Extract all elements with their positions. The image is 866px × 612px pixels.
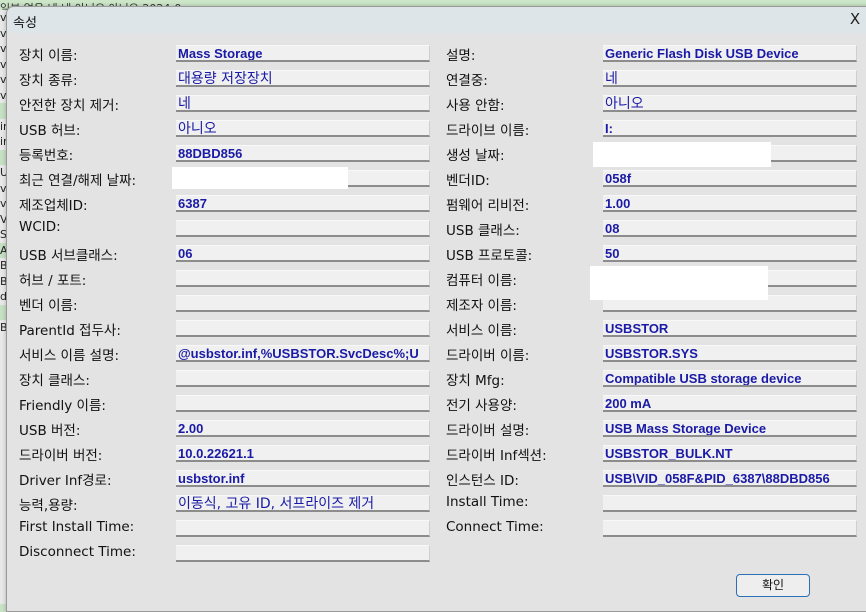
left-value-field[interactable]: 10.0.22621.1 (176, 445, 430, 462)
left-label: 등록번호: (19, 148, 74, 164)
left-value-field[interactable]: 88DBD856 (176, 145, 430, 162)
left-label: Friendly 이름: (19, 398, 106, 414)
dialog-title: 속성 (13, 16, 37, 31)
left-value-field[interactable] (176, 370, 430, 387)
right-label: Connect Time: (446, 519, 544, 535)
left-value-field[interactable] (176, 320, 430, 337)
left-value-field[interactable]: 6387 (176, 195, 430, 212)
right-label: 드라이브 이름: (446, 123, 530, 139)
right-value-field[interactable]: I: (603, 120, 857, 137)
right-value-field[interactable]: USBSTOR (603, 320, 857, 337)
right-label: USB 클래스: (446, 223, 520, 239)
title-bar: 속성 X (7, 7, 866, 33)
left-label: 장치 종류: (19, 73, 78, 89)
right-value-field[interactable]: 08 (603, 220, 857, 237)
right-value-field[interactable]: USBSTOR_BULK.NT (603, 445, 857, 462)
right-label: 설명: (446, 48, 476, 64)
left-label: USB 버전: (19, 423, 81, 439)
left-label: ParentId 접두사: (19, 323, 121, 339)
right-label: 드라이버 Inf섹션: (446, 448, 547, 464)
right-value-field[interactable]: USB\VID_058F&PID_6387\88DBD856 (603, 470, 857, 487)
right-label: 펌웨어 리비전: (446, 198, 530, 214)
left-value-field[interactable]: 2.00 (176, 420, 430, 437)
close-icon[interactable]: X (845, 10, 865, 28)
right-label: 컴퓨터 이름: (446, 273, 517, 289)
ok-button[interactable]: 확인 (736, 574, 810, 597)
left-label: 장치 클래스: (19, 373, 90, 389)
right-value-field[interactable]: USB Mass Storage Device (603, 420, 857, 437)
left-label: USB 서브클래스: (19, 248, 118, 264)
right-label: 생성 날짜: (446, 148, 505, 164)
redaction-box (172, 167, 348, 189)
right-value-field[interactable] (603, 495, 857, 512)
left-value-field[interactable]: 대용량 저장장치 (176, 70, 430, 87)
left-label: 제조업체ID: (19, 198, 88, 214)
left-label: 벤더 이름: (19, 298, 78, 314)
left-value-field[interactable]: 아니오 (176, 120, 430, 137)
left-label: 드라이버 버전: (19, 448, 103, 464)
right-label: 드라이버 이름: (446, 348, 530, 364)
redaction-box (593, 142, 771, 167)
left-label: First Install Time: (19, 519, 135, 535)
right-label: 제조자 이름: (446, 298, 517, 314)
left-value-field[interactable]: @usbstor.inf,%USBSTOR.SvcDesc%;U (176, 345, 430, 362)
left-value-field[interactable] (176, 395, 430, 412)
right-label: 전기 사용양: (446, 398, 517, 414)
left-label: 최근 연결/해제 날짜: (19, 173, 137, 189)
left-label: 능력,용량: (19, 498, 78, 514)
properties-dialog: 속성 X 장치 이름: Mass Storage 장치 종류: 대용량 저장장치안전한… (6, 6, 866, 612)
right-value-field[interactable]: 058f (603, 170, 857, 187)
right-label: 드라이버 설명: (446, 423, 530, 439)
right-label: USB 프로토콜: (446, 248, 533, 264)
left-value-field[interactable] (176, 545, 430, 562)
right-value-field[interactable]: 네 (603, 70, 857, 87)
right-value-field[interactable]: 아니오 (603, 95, 857, 112)
left-label: 안전한 장치 제거: (19, 98, 120, 114)
right-label: 장치 Mfg: (446, 373, 505, 389)
left-value-field[interactable]: 이동식, 고유 ID, 서프라이즈 제거 (176, 495, 430, 512)
left-value-field[interactable]: usbstor.inf (176, 470, 430, 487)
left-value-field[interactable]: 네 (176, 95, 430, 112)
left-label: WCID: (19, 219, 61, 235)
right-label: 벤더ID: (446, 173, 490, 189)
right-label: Install Time: (446, 494, 529, 510)
left-label: Disconnect Time: (19, 544, 136, 560)
right-label: 서비스 이름: (446, 323, 517, 339)
left-value-field[interactable] (176, 270, 430, 287)
left-label: USB 허브: (19, 123, 81, 139)
left-label: 허브 / 포트: (19, 273, 87, 289)
right-value-field[interactable]: Generic Flash Disk USB Device (603, 45, 857, 62)
redaction-box (590, 266, 768, 300)
left-label: Driver Inf경로: (19, 473, 112, 489)
left-label: 장치 이름: (19, 48, 78, 64)
left-value-field[interactable] (176, 220, 430, 237)
left-value-field[interactable] (176, 520, 430, 537)
right-value-field[interactable]: Compatible USB storage device (603, 370, 857, 387)
left-value-field[interactable] (176, 295, 430, 312)
right-value-field[interactable]: USBSTOR.SYS (603, 345, 857, 362)
right-value-field[interactable]: 50 (603, 245, 857, 262)
right-label: 연결중: (446, 73, 488, 89)
left-label: 서비스 이름 설명: (19, 348, 120, 364)
right-label: 인스턴스 ID: (446, 473, 519, 489)
right-label: 사용 안함: (446, 98, 505, 114)
right-value-field[interactable]: 200 mA (603, 395, 857, 412)
right-value-field[interactable] (603, 520, 857, 537)
right-value-field[interactable]: 1.00 (603, 195, 857, 212)
left-value-field[interactable]: Mass Storage (176, 45, 430, 62)
left-value-field[interactable]: 06 (176, 245, 430, 262)
